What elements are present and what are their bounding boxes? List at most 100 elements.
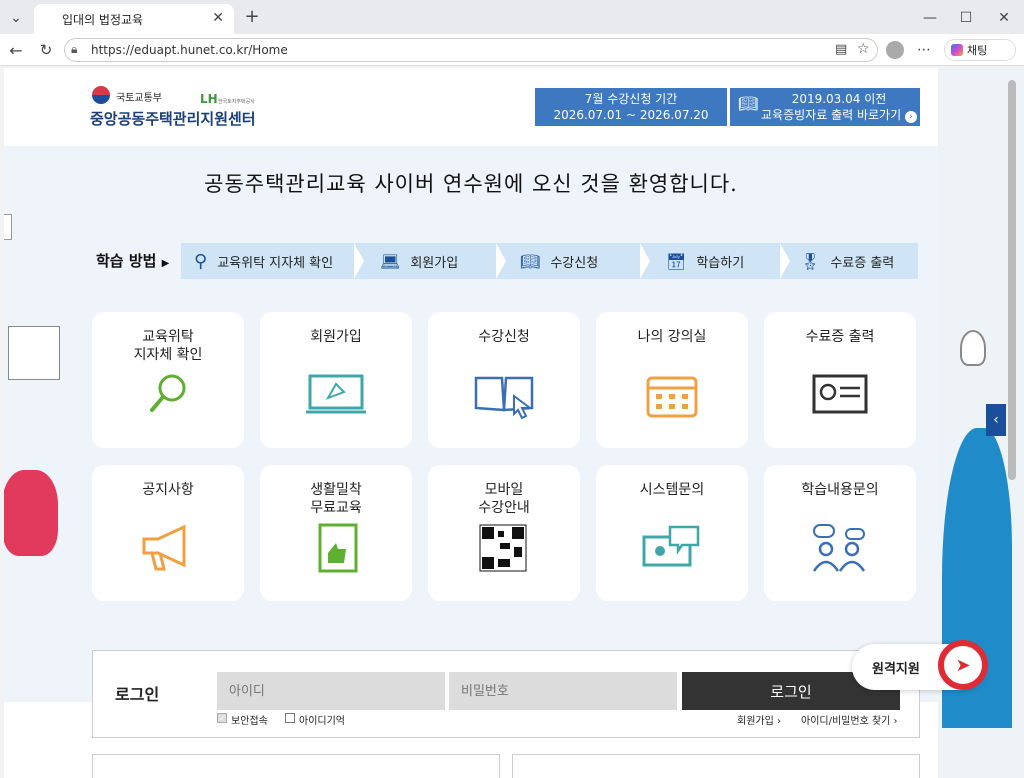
bottom-panel-right bbox=[512, 754, 920, 778]
close-window-icon[interactable]: ✕ bbox=[994, 8, 1014, 28]
card-enroll[interactable]: 수강신청 bbox=[428, 312, 580, 448]
step-4: 📅︎ 학습하기 bbox=[666, 243, 744, 279]
play-arrow-icon: ▶ bbox=[161, 258, 170, 269]
welcome-message: 공동주택관리교육 사이버 연수원에 오신 것을 환영합니다. bbox=[204, 172, 738, 196]
browser-toolbar: ← ↻ 🔒︎ https://eduapt.hunet.co.kr/Home ▤… bbox=[0, 34, 1024, 66]
address-bar[interactable]: 🔒︎ https://eduapt.hunet.co.kr/Home ▤ ☆ bbox=[64, 38, 878, 62]
certificate-icon: 🎖︎ bbox=[800, 251, 821, 271]
step-divider bbox=[780, 243, 790, 279]
notice1-line1: 7월 수강신청 기간 bbox=[584, 92, 678, 106]
card-mobile-guide[interactable]: 모바일 수강안내 bbox=[428, 465, 580, 601]
cursor-click-icon: ➤ bbox=[938, 640, 988, 690]
notice2-line1: 2019.03.04 이전 bbox=[791, 92, 887, 106]
card-notice[interactable]: 공지사항 bbox=[92, 465, 244, 601]
notice2-line2-wrap: 교육증빙자료 출력 바로가기 › bbox=[730, 107, 920, 123]
card-free-education[interactable]: 생활밀착 무료교육 bbox=[260, 465, 412, 601]
reader-view-icon[interactable]: ▤ bbox=[835, 42, 847, 57]
card-local-government-check[interactable]: 교육위탁 지자체 확인 bbox=[92, 312, 244, 448]
tab-list-chevron-icon[interactable]: ⌄ bbox=[6, 8, 26, 28]
remember-id-label: 아이디기억 bbox=[299, 716, 345, 727]
signup-link[interactable]: 회원가입 › bbox=[737, 712, 781, 727]
lh-sub-text: 한국토지주택공사 bbox=[218, 99, 255, 105]
login-title: 로그인 bbox=[115, 685, 160, 704]
step-4-label: 학습하기 bbox=[696, 255, 745, 271]
password-input[interactable] bbox=[449, 672, 677, 710]
chat-label: 채팅 bbox=[967, 44, 988, 57]
card-label: 생활밀착 무료교육 bbox=[310, 482, 362, 516]
more-menu-icon[interactable]: ⋯ bbox=[914, 40, 934, 60]
card-label: 나의 강의실 bbox=[637, 329, 707, 345]
lh-logo-text: LH bbox=[200, 92, 218, 106]
secure-label: 보안접속 bbox=[231, 716, 268, 727]
step-divider bbox=[496, 243, 506, 279]
certificate-print-banner[interactable]: 📖︎ 2019.03.04 이전 교육증빙자료 출력 바로가기 › bbox=[730, 88, 920, 126]
step-5-label: 수료증 출력 bbox=[830, 255, 895, 271]
secure-checkbox[interactable]: ✓ bbox=[217, 713, 227, 723]
card-signup[interactable]: 회원가입 bbox=[260, 312, 412, 448]
id-input[interactable] bbox=[217, 672, 445, 710]
card-certificate[interactable]: 수료증 출력 bbox=[764, 312, 916, 448]
url-text[interactable]: https://eduapt.hunet.co.kr/Home bbox=[91, 43, 288, 57]
open-book-icon: 📖︎ bbox=[738, 94, 759, 113]
step-divider bbox=[354, 243, 364, 279]
copilot-chat-button[interactable]: 채팅 bbox=[944, 39, 1016, 61]
find-account-link[interactable]: 아이디/비밀번호 찾기 › bbox=[801, 712, 898, 727]
laptop-puzzle-icon bbox=[306, 374, 366, 414]
new-tab-icon[interactable]: + bbox=[242, 6, 262, 27]
step-divider bbox=[640, 243, 650, 279]
favorite-star-icon[interactable]: ☆ bbox=[857, 41, 870, 57]
note-deco-icon bbox=[4, 214, 12, 240]
reload-icon[interactable]: ↻ bbox=[36, 40, 56, 60]
arrow-circle-icon: › bbox=[904, 111, 917, 123]
card-label: 공지사항 bbox=[142, 482, 194, 498]
ministry-name: 국토교통부 bbox=[116, 93, 162, 104]
profile-avatar[interactable] bbox=[886, 41, 904, 59]
laptop-icon: 💻︎ bbox=[380, 251, 401, 271]
side-panel-toggle-icon[interactable]: ‹ bbox=[986, 404, 1006, 436]
maximize-icon[interactable]: ☐ bbox=[956, 8, 976, 28]
tab-title: 입대의 법정교육 bbox=[62, 13, 144, 27]
login-box: 로그인 로그인 ✓ 보안접속 아이디기억 회원가입 › 아이디/비밀번호 찾기 … bbox=[92, 650, 920, 738]
book-thumb-icon bbox=[318, 523, 358, 573]
card-label: 수강신청 bbox=[478, 329, 530, 345]
pink-mascot bbox=[4, 470, 58, 556]
certificate-icon bbox=[812, 374, 868, 414]
copilot-icon bbox=[951, 44, 963, 56]
remember-id-checkbox[interactable] bbox=[285, 713, 295, 723]
remote-support-label: 원격지원 bbox=[872, 662, 920, 677]
ministry-emblem-icon bbox=[92, 86, 110, 104]
remote-support-button[interactable]: 원격지원 ➤ bbox=[852, 640, 988, 690]
step-5: 🎖︎ 수료증 출력 bbox=[800, 243, 894, 279]
minimize-icon[interactable]: — bbox=[920, 8, 940, 28]
back-icon[interactable]: ← bbox=[6, 40, 26, 60]
card-label: 모바일 수강안내 bbox=[478, 482, 530, 516]
step-1: ⚲ 교육위탁 지자체 확인 bbox=[194, 243, 333, 279]
step-3-label: 수강신청 bbox=[550, 255, 599, 271]
study-method-label: 학습 방법 ▶ bbox=[96, 250, 169, 271]
step-3: 📖︎ 수강신청 bbox=[520, 243, 598, 279]
study-method-text: 학습 방법 bbox=[96, 252, 157, 270]
card-my-classroom[interactable]: 나의 강의실 bbox=[596, 312, 748, 448]
monitor-chat-icon bbox=[642, 525, 700, 567]
signup-link-text: 회원가입 bbox=[737, 716, 774, 727]
browser-tab[interactable]: 입대의 법정교육 ✕ bbox=[34, 4, 234, 34]
calendar-icon: 📅︎ bbox=[666, 251, 687, 271]
scrollbar-thumb[interactable] bbox=[1008, 80, 1016, 480]
qr-code-icon bbox=[479, 524, 527, 572]
search-icon: ⚲ bbox=[194, 250, 208, 272]
center-name: 중앙공동주택관리지원센터 bbox=[90, 110, 256, 128]
lh-logo: LH 한국토지주택공사 bbox=[200, 88, 255, 107]
page-content: 국토교통부 중앙공동주택관리지원센터 LH 한국토지주택공사 7월 수강신청 기… bbox=[4, 68, 938, 778]
card-label: 시스템문의 bbox=[639, 482, 705, 498]
calendar-icon bbox=[646, 376, 698, 418]
card-label: 학습내용문의 bbox=[801, 482, 879, 498]
site-info-icon[interactable]: 🔒︎ bbox=[71, 42, 77, 57]
card-system-inquiry[interactable]: 시스템문의 bbox=[596, 465, 748, 601]
card-content-inquiry[interactable]: 학습내용문의 bbox=[764, 465, 916, 601]
close-tab-icon[interactable]: ✕ bbox=[212, 10, 224, 26]
magnifier-icon bbox=[150, 374, 186, 412]
enrollment-period-banner[interactable]: 7월 수강신청 기간 2026.07.01 ~ 2026.07.20 bbox=[535, 88, 727, 126]
book-cursor-icon bbox=[474, 376, 534, 420]
step-2-label: 회원가입 bbox=[410, 255, 459, 271]
step-2: 💻︎ 회원가입 bbox=[380, 243, 458, 279]
